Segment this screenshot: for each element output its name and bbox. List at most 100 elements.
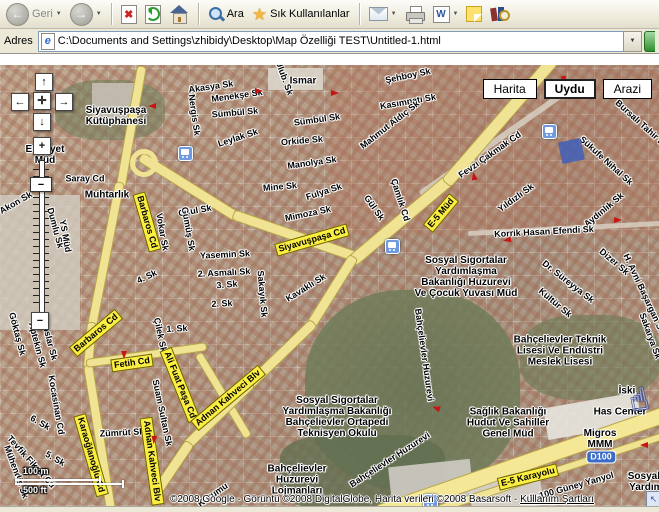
zoom-in-button[interactable]: +: [33, 137, 51, 155]
mail-button[interactable]: ▼: [366, 6, 400, 22]
street-label: Şehboy Sk: [384, 65, 432, 86]
address-label: Adres: [4, 35, 33, 47]
window-bottom-edge: [0, 506, 659, 512]
place-label: Siyavuşpaşa Kütüphanesi: [85, 105, 147, 127]
forward-button[interactable]: → ▼: [67, 2, 105, 27]
street-label: Kültür Sk: [536, 285, 574, 320]
place-label: Sosyal Sigortalar Yardımlaşma Bakanlığı …: [414, 255, 518, 299]
back-button[interactable]: ← Geri ▼: [3, 2, 65, 27]
search-label: Ara: [226, 8, 244, 20]
oneway-arrow-icon: [331, 90, 339, 96]
note-icon: [466, 6, 483, 22]
mosque-building: [557, 137, 586, 165]
oneway-arrow-icon: [121, 351, 127, 359]
street-label: 6. Sk: [28, 412, 52, 433]
ie-page-icon: e: [40, 32, 55, 50]
street-label: Kavaklı Sk: [283, 271, 328, 304]
oneway-arrow-icon: [640, 442, 648, 448]
research-button[interactable]: [487, 5, 513, 23]
oneway-arrow-icon: [502, 236, 512, 244]
street-label: Mine Sk: [262, 180, 298, 193]
street-label: 2. Sk: [211, 297, 233, 310]
go-button[interactable]: [644, 30, 655, 52]
pan-left-button[interactable]: ←: [11, 93, 29, 111]
map-type-harita-button[interactable]: Harita: [482, 79, 537, 99]
street-label: Manolya Sk: [286, 154, 338, 171]
pan-center-button[interactable]: ✛: [33, 92, 51, 110]
street-label: Fulya Sk: [304, 181, 343, 202]
road-label: Barbaros Cd: [68, 308, 124, 358]
back-icon: ←: [6, 2, 29, 26]
home-icon: [169, 5, 189, 24]
map-attribution: ©2008 Google - Görüntü ©2008 DigitalGlob…: [170, 494, 594, 505]
d100-road-shield: D100: [586, 450, 616, 464]
stop-button[interactable]: ✖: [118, 4, 140, 25]
street-label: 1. Sk: [166, 322, 188, 335]
zoom-out-button[interactable]: −: [31, 312, 49, 330]
street-label: Akon Sk: [0, 189, 34, 216]
print-icon: [405, 5, 425, 24]
refresh-icon: [144, 4, 161, 24]
oneway-arrow-icon: [470, 171, 478, 181]
word-icon: W: [432, 5, 450, 23]
mail-dropdown-icon[interactable]: ▼: [391, 11, 397, 17]
pan-up-button[interactable]: ↑: [35, 73, 53, 91]
pan-down-button[interactable]: ↓: [33, 113, 51, 131]
scale-imperial-label: 500 ft: [23, 485, 47, 495]
road-label: E-5 Müd: [422, 193, 460, 233]
favorites-button[interactable]: ★ Sık Kullanılanlar: [249, 5, 353, 24]
street-label: Nergis Sk: [186, 93, 203, 137]
place-label: Migros MMM: [583, 428, 617, 450]
bus-stop-icon[interactable]: [178, 146, 193, 161]
place-label: Sosyal Si Yardımla: [627, 471, 659, 493]
toolbar-separator: [197, 3, 199, 25]
word-dropdown-icon[interactable]: ▼: [453, 11, 459, 17]
pan-right-button[interactable]: →: [55, 93, 73, 111]
edit-word-button[interactable]: W ▼: [430, 5, 462, 24]
favorites-label: Sık Kullanılanlar: [270, 8, 350, 20]
home-button[interactable]: [166, 4, 192, 24]
address-dropdown-button[interactable]: ▼: [623, 30, 642, 52]
street-label: Zümrüt Sk: [99, 426, 145, 439]
refresh-button[interactable]: [142, 4, 164, 25]
street-label: Bahçelievler Huzurevi: [413, 307, 436, 402]
back-label: Geri: [32, 8, 53, 20]
toolbar-separator: [358, 3, 360, 25]
street-label: Sümbül Sk: [293, 111, 341, 128]
road-label: Adnan Kahveci Blv: [190, 364, 266, 432]
place-label: Bahçelievler Huzurevi Lojmanları: [267, 463, 327, 497]
bus-stop-icon[interactable]: [542, 124, 557, 139]
back-dropdown-icon[interactable]: ▼: [56, 11, 62, 17]
oneway-arrow-icon: [150, 435, 158, 445]
oneway-arrow-icon: [148, 103, 156, 109]
oneway-arrow-icon: [255, 88, 263, 94]
street-label: Göktaş Sk: [6, 311, 29, 357]
scale-bar: 100 m 500 ft: [15, 466, 127, 495]
map-type-uydu-button[interactable]: Uydu: [543, 79, 596, 99]
street-label: Orkide Sk: [280, 133, 324, 148]
bus-stop-icon[interactable]: [385, 239, 400, 254]
street-label: Çamlık Cd: [388, 177, 413, 223]
print-button[interactable]: [402, 5, 428, 24]
search-icon: [208, 6, 225, 22]
search-button[interactable]: Ara: [205, 5, 247, 23]
browser-toolbar: ← Geri ▼ → ▼ ✖ Ara ★ Sık Kullanılanlar ▼…: [0, 0, 659, 29]
street-label: Şükufe Nihal Sk: [577, 134, 635, 188]
place-label: Sağlık Bakanlığı Hudut Ve Sahiller Genel…: [466, 406, 550, 440]
street-label: Sümbül Sk: [211, 105, 259, 120]
stop-icon: ✖: [120, 4, 137, 24]
toolbar-separator: [110, 3, 112, 25]
map-type-arazi-button[interactable]: Arazi: [602, 79, 652, 99]
zoom-slider-handle[interactable]: −: [30, 177, 52, 192]
road-label: Siyavuşpaşa Cd: [274, 223, 350, 257]
place-label: Muhtarlık: [84, 189, 130, 201]
map[interactable]: Akasya Sk Menekşe Sk Sümbül Sk Sümbül Sk Ley…: [0, 65, 659, 506]
terms-link[interactable]: Kullanım Şartları: [520, 494, 594, 505]
map-type-switcher: Harita Uydu Arazi: [482, 79, 652, 99]
forward-dropdown-icon[interactable]: ▼: [96, 11, 102, 17]
oneway-arrow-icon: [614, 217, 622, 223]
street-label: Leylak Sk: [216, 126, 260, 149]
address-input[interactable]: e C:\Documents and Settings\zhibidy\Desk…: [37, 30, 624, 52]
research-books-icon: [490, 6, 511, 22]
notes-button[interactable]: [463, 5, 485, 23]
